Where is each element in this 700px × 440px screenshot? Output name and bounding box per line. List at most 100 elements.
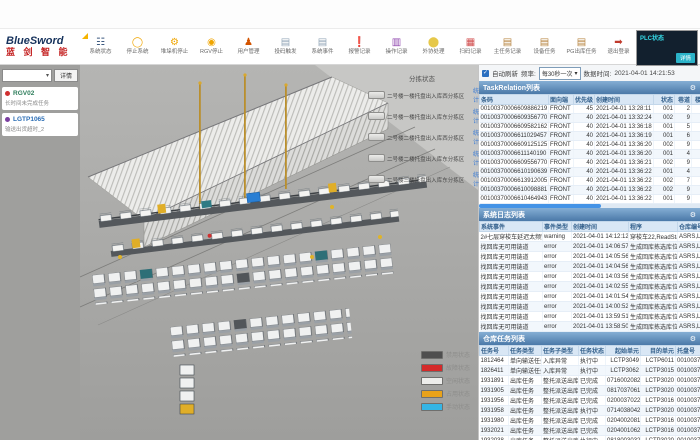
table-row[interactable]: 找回库无可用链道error2021-04-01 14:06:57生成回库拣选库位… — [480, 242, 700, 252]
table-row[interactable]: 找回库无可用链道error2021-04-01 14:01:54生成回库拣选库位… — [480, 292, 700, 302]
table-row[interactable]: 00100370006609582162FRONT402021-04-01 13… — [480, 123, 700, 132]
mini-panel-details-button[interactable]: 详情 — [676, 53, 695, 63]
cell: 整托派送出库 — [542, 436, 579, 440]
toolbar-button[interactable]: ♟ 用户管理 — [230, 37, 267, 56]
plc-status-mini-panel[interactable]: PLC状态 详情 — [636, 30, 698, 66]
statistics-link[interactable]: 统计 — [473, 86, 479, 104]
column-header[interactable]: 程序 — [629, 222, 678, 232]
table-row[interactable]: 00100370006610464943FRONT402021-04-01 13… — [480, 195, 700, 204]
column-header[interactable]: 状态 — [654, 95, 675, 105]
column-header[interactable]: 创建时间 — [595, 95, 654, 105]
table-row[interactable]: 1812464单向输送任务入库异常执行中LCTP3049LCTP60110010… — [480, 356, 700, 366]
column-header[interactable]: 任务类型 — [509, 346, 542, 356]
table-row[interactable]: 1931980出库任务整托派送出库已完成0204002081LCTP301600… — [480, 416, 700, 426]
table-row[interactable]: 1932021出库任务整托派送出库已完成0204001062LCTP301600… — [480, 426, 700, 436]
table-row[interactable]: 找回库无可用链道error2021-04-01 14:02:55生成回库拣选库位… — [480, 282, 700, 292]
table-row[interactable]: 找回库无可用链道error2021-04-01 14:04:56生成回库拣选库位… — [480, 262, 700, 272]
table-row[interactable]: 找回库无可用链道error2021-04-01 13:58:50生成回库拣选库位… — [480, 322, 700, 332]
statistics-link[interactable]: 统计 — [473, 128, 479, 146]
column-header[interactable]: 楼层 — [692, 95, 700, 105]
legend-color-swatch — [421, 351, 443, 359]
toolbar-button[interactable]: ❗ 报警记录 — [341, 37, 378, 56]
column-header[interactable]: 巷道 — [675, 95, 692, 105]
toolbar-button[interactable]: ▤ 主任务记录 — [489, 37, 526, 56]
table-row[interactable]: 1931958出库任务整托派送出库执行中0714038042LCTP302000… — [480, 406, 700, 416]
column-header[interactable]: 托盘号 — [676, 346, 700, 356]
alert-card[interactable]: LGTP1065 输送出货超时_2 — [2, 113, 78, 136]
statistics-link[interactable]: 统计 — [473, 107, 479, 125]
toolbar-button[interactable]: ⚙ 堆垛机停止 — [156, 37, 193, 56]
column-header[interactable]: 系统事件 — [480, 222, 543, 232]
toolbar-button-label: 堆垛机停止 — [156, 49, 193, 56]
column-header[interactable]: 起始单元 — [606, 346, 641, 356]
statistics-link[interactable]: 统计 — [473, 170, 479, 188]
toolbar-button[interactable]: ▤ 设备任务 — [526, 37, 563, 56]
table-row[interactable]: 00100370006609886219FRONT452021-04-01 13… — [480, 105, 700, 114]
table-row[interactable]: 找回库无可用链道error2021-04-01 14:03:56生成回库拣选库位… — [480, 272, 700, 282]
details-button[interactable]: 详情 — [54, 69, 78, 82]
table-row[interactable]: 00100370006609556770FRONT402021-04-01 13… — [480, 159, 700, 168]
frequency-select[interactable]: 每30秒一次 ▾ — [539, 67, 581, 80]
gear-icon[interactable]: ⚙ — [690, 335, 696, 343]
column-header[interactable]: 事件类型 — [543, 222, 572, 232]
table-row[interactable]: 00100370006611140190FRONT402021-04-01 13… — [480, 150, 700, 159]
sorting-area-checkbox[interactable] — [368, 91, 385, 99]
table-row[interactable]: 00100370006609125125FRONT402021-04-01 13… — [480, 141, 700, 150]
table-row[interactable]: 1931891出库任务整托派送出库已完成0716002082LCTP302000… — [480, 376, 700, 386]
table-row[interactable]: 1931956出库任务整托派送出库已完成0200037022LCTP301600… — [480, 396, 700, 406]
panel-title: 系统日志列表 — [483, 210, 525, 220]
table-row[interactable]: 1931905出库任务整托派送出库已完成0817037061LCTP302000… — [480, 386, 700, 396]
toolbar-button-label: PG出库任务 — [563, 49, 600, 56]
table-row[interactable]: 00100370006611029457FRONT402021-04-01 13… — [480, 132, 700, 141]
table-row[interactable]: 00100370006613912005FRONT402021-04-01 13… — [480, 177, 700, 186]
cell: 已完成 — [579, 416, 606, 426]
data-panels-column: ✓ 自动刷新 频率: 每30秒一次 ▾ 数据时间: 2021-04-01 14:… — [478, 65, 700, 440]
toolbar-button[interactable]: ➡ 退出登录 — [600, 37, 637, 56]
column-header[interactable]: 任务子类型 — [542, 346, 579, 356]
toolbar-button[interactable]: ▥ 操作记录 — [378, 37, 415, 56]
toolbar-button[interactable]: ◉ RGV停止 — [193, 37, 230, 56]
table-row[interactable]: 2#七层穿梭车延迟太频繁/平送太慢warning2021-04-01 14:12… — [480, 232, 700, 242]
cell: LCTP3016 — [641, 396, 676, 406]
gear-icon[interactable]: ⚙ — [690, 211, 696, 219]
table-row[interactable]: 00100370006610098881FRONT402021-04-01 13… — [480, 186, 700, 195]
cell: 40 — [574, 177, 595, 186]
toolbar-button[interactable]: ◯ 停止系统 — [119, 37, 156, 56]
statistics-link[interactable]: 统计 — [473, 149, 479, 167]
auto-refresh-checkbox[interactable]: ✓ — [482, 70, 489, 77]
toolbar-button[interactable]: ▤ PG出库任务 — [563, 37, 600, 56]
toolbar-button[interactable]: ▦ 扫码记录 — [452, 37, 489, 56]
column-header[interactable]: 目的单元 — [641, 346, 676, 356]
table-row[interactable]: 00100370006610190639FRONT402021-04-01 13… — [480, 168, 700, 177]
table-row[interactable]: 1826411单向输送任务入库异常执行中LCTP3062LCTP30150010… — [480, 366, 700, 376]
sorting-area-checkbox[interactable] — [368, 175, 385, 183]
column-header[interactable]: 任务号 — [480, 346, 509, 356]
sorting-area-checkbox[interactable] — [368, 154, 385, 162]
toolbar-button[interactable]: ⬤ 外协处理 — [415, 37, 452, 56]
alert-card[interactable]: RGV02 长时间未完成任务 — [2, 87, 78, 110]
table-row[interactable]: 00100370006609356770FRONT402021-04-01 13… — [480, 114, 700, 123]
gear-icon[interactable]: ⚙ — [690, 84, 696, 92]
cell: ASRS,LC2 — [678, 312, 700, 322]
panel-title: 仓库任务列表 — [483, 334, 525, 344]
table-row[interactable]: 找回库无可用链道error2021-04-01 14:05:56生成回库拣选库位… — [480, 252, 700, 262]
warehouse-3d-view[interactable]: 分拣状态 二号楼一楼托盘出入库西分拣区 统计 二号楼一楼托盘出入库东分拣区 — [80, 65, 478, 440]
scrollbar-thumb[interactable] — [479, 204, 601, 208]
table-row[interactable]: 1932038出库任务整托派送出库执行中0818003032LCTP302000… — [480, 436, 700, 440]
column-header[interactable]: 优先级 — [574, 95, 595, 105]
column-header[interactable]: 面向端 — [549, 95, 574, 105]
table-row[interactable]: 找回库无可用链道error2021-04-01 14:00:52生成回库拣选库位… — [480, 302, 700, 312]
sorting-area-checkbox[interactable] — [368, 112, 385, 120]
sorting-area-checkbox[interactable] — [368, 133, 385, 141]
toolbar-button[interactable]: ▤ 投码触发 — [267, 37, 304, 56]
cell: 7 — [675, 177, 692, 186]
toolbar-button[interactable]: ▤ 系统事件 — [304, 37, 341, 56]
column-header[interactable]: 条码 — [480, 95, 549, 105]
horizontal-scrollbar — [479, 204, 700, 208]
table-row[interactable]: 找回库无可用链道error2021-04-01 13:59:51生成回库拣选库位… — [480, 312, 700, 322]
toolbar-button[interactable]: ☷ 系统状态 — [82, 37, 119, 56]
device-filter-select[interactable]: ▾ — [2, 69, 52, 82]
column-header[interactable]: 仓库编号 — [678, 222, 700, 232]
column-header[interactable]: 创建时间 — [572, 222, 629, 232]
column-header[interactable]: 任务状态 — [579, 346, 606, 356]
